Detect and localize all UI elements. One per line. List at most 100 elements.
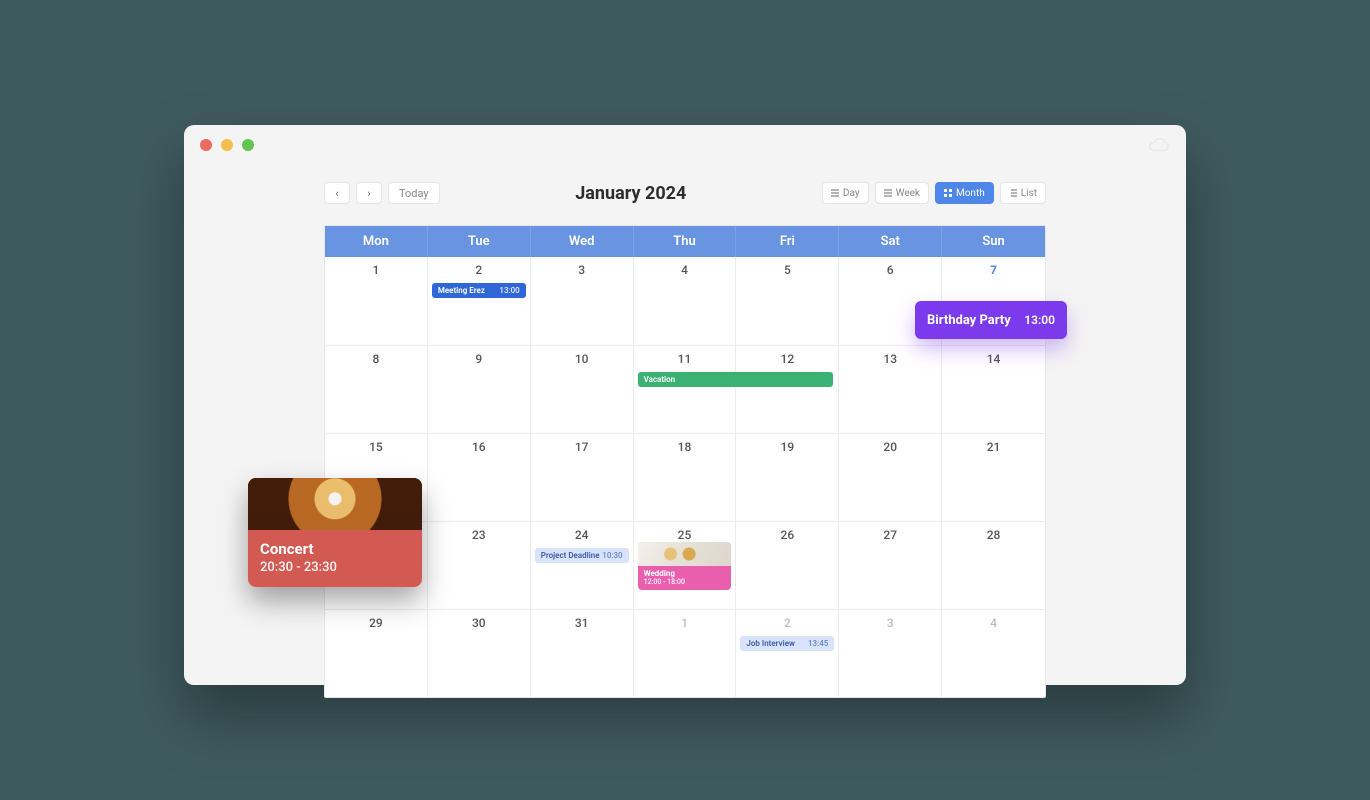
day-number: 4 xyxy=(640,263,730,277)
event-time: 13:00 xyxy=(499,286,519,295)
event-wedding[interactable]: Wedding 12:00 - 18:00 xyxy=(638,542,732,590)
day-cell[interactable]: 12 xyxy=(736,346,839,433)
day-cell[interactable]: 26 xyxy=(736,522,839,609)
day-cell[interactable]: 2 Job Interview 13:45 xyxy=(736,610,839,697)
today-button[interactable]: Today xyxy=(388,182,440,204)
day-cell[interactable]: 21 xyxy=(942,434,1045,521)
day-number: 18 xyxy=(640,440,730,454)
event-job-interview[interactable]: Job Interview 13:45 xyxy=(740,636,834,651)
window-close-button[interactable] xyxy=(200,139,212,151)
day-number: 4 xyxy=(948,616,1039,630)
day-cell[interactable]: 31 xyxy=(531,610,634,697)
event-title: Meeting Erez xyxy=(438,286,485,295)
day-header: Mon xyxy=(325,226,428,257)
day-cell[interactable]: 8 xyxy=(325,346,428,433)
day-number: 20 xyxy=(845,440,935,454)
event-time: 12:00 - 18:00 xyxy=(644,578,726,586)
week-row: 22 23 24 Project Deadline 10:30 25 xyxy=(325,521,1045,609)
day-number: 2 xyxy=(742,616,832,630)
day-cell[interactable]: 25 Wedding 12:00 - 18:00 xyxy=(634,522,737,609)
day-number: 1 xyxy=(331,263,421,277)
calendar: ‹ › Today January 2024 Day Week xyxy=(184,165,1186,698)
day-cell[interactable]: 16 xyxy=(428,434,531,521)
view-day-button[interactable]: Day xyxy=(822,182,869,204)
day-cell[interactable]: 3 xyxy=(531,257,634,345)
day-cell[interactable]: 24 Project Deadline 10:30 xyxy=(531,522,634,609)
view-list-button[interactable]: List xyxy=(1000,182,1046,204)
window-zoom-button[interactable] xyxy=(242,139,254,151)
day-number: 25 xyxy=(640,528,730,542)
day-cell[interactable]: 1 xyxy=(634,610,737,697)
day-number: 31 xyxy=(537,616,627,630)
event-title: Concert xyxy=(260,540,410,558)
day-cell[interactable]: 14 xyxy=(942,346,1045,433)
day-number: 7 xyxy=(948,263,1039,277)
day-cell[interactable]: 9 xyxy=(428,346,531,433)
day-number: 9 xyxy=(434,352,524,366)
event-time: 13:00 xyxy=(1024,313,1055,327)
calendar-title: January 2024 xyxy=(440,183,822,204)
day-cell[interactable]: 20 xyxy=(839,434,942,521)
view-month-button[interactable]: Month xyxy=(935,182,994,204)
day-number: 29 xyxy=(331,616,421,630)
window-minimize-button[interactable] xyxy=(221,139,233,151)
view-week-label: Week xyxy=(896,188,920,199)
day-number: 2 xyxy=(434,263,524,277)
grid-icon xyxy=(944,189,952,197)
day-cell[interactable]: 11 Vacation xyxy=(634,346,737,433)
day-cell[interactable]: 5 xyxy=(736,257,839,345)
day-number: 24 xyxy=(537,528,627,542)
day-cell[interactable]: 29 xyxy=(325,610,428,697)
day-number: 6 xyxy=(845,263,935,277)
day-number: 21 xyxy=(948,440,1039,454)
next-month-button[interactable]: › xyxy=(356,182,382,204)
day-header: Fri xyxy=(736,226,839,257)
day-cell[interactable]: 4 xyxy=(942,610,1045,697)
day-cell[interactable]: 17 xyxy=(531,434,634,521)
day-header: Sun xyxy=(942,226,1045,257)
day-number: 26 xyxy=(742,528,832,542)
event-birthday-party[interactable]: Birthday Party 13:00 xyxy=(915,301,1067,339)
today-button-label: Today xyxy=(399,187,429,200)
chevron-right-icon: › xyxy=(367,187,370,200)
day-cell[interactable]: 27 xyxy=(839,522,942,609)
day-header: Thu xyxy=(634,226,737,257)
event-concert[interactable]: Concert 20:30 - 23:30 xyxy=(248,478,422,587)
day-number: 3 xyxy=(845,616,935,630)
day-cell[interactable]: 18 xyxy=(634,434,737,521)
day-cell[interactable]: 2 Meeting Erez 13:00 xyxy=(428,257,531,345)
traffic-lights xyxy=(200,139,254,151)
day-header: Tue xyxy=(428,226,531,257)
view-month-label: Month xyxy=(956,188,985,199)
day-number: 27 xyxy=(845,528,935,542)
day-header: Wed xyxy=(531,226,634,257)
list-icon xyxy=(1009,189,1017,197)
cloud-icon xyxy=(1148,137,1170,153)
week-row: 8 9 10 11 Vacation 12 13 14 xyxy=(325,345,1045,433)
day-cell[interactable]: 4 xyxy=(634,257,737,345)
chevron-left-icon: ‹ xyxy=(335,187,338,200)
day-number: 3 xyxy=(537,263,627,277)
day-cell[interactable]: 30 xyxy=(428,610,531,697)
list-icon xyxy=(884,189,892,197)
prev-month-button[interactable]: ‹ xyxy=(324,182,350,204)
event-project-deadline[interactable]: Project Deadline 10:30 xyxy=(535,548,629,563)
view-week-button[interactable]: Week xyxy=(875,182,929,204)
day-header: Sat xyxy=(839,226,942,257)
day-cell[interactable]: 19 xyxy=(736,434,839,521)
day-number: 5 xyxy=(742,263,832,277)
day-number: 23 xyxy=(434,528,524,542)
week-row: 15 16 17 18 19 20 21 xyxy=(325,433,1045,521)
day-cell[interactable]: 10 xyxy=(531,346,634,433)
day-cell[interactable]: 1 xyxy=(325,257,428,345)
day-cell[interactable]: 3 xyxy=(839,610,942,697)
event-title: Birthday Party xyxy=(927,313,1011,328)
day-cell[interactable]: 13 xyxy=(839,346,942,433)
day-cell[interactable]: 28 xyxy=(942,522,1045,609)
event-title: Vacation xyxy=(644,375,676,384)
day-cell[interactable]: 23 xyxy=(428,522,531,609)
wedding-rings-image xyxy=(638,542,732,566)
event-meeting[interactable]: Meeting Erez 13:00 xyxy=(432,283,526,298)
day-number: 14 xyxy=(948,352,1039,366)
view-day-label: Day xyxy=(843,188,860,199)
